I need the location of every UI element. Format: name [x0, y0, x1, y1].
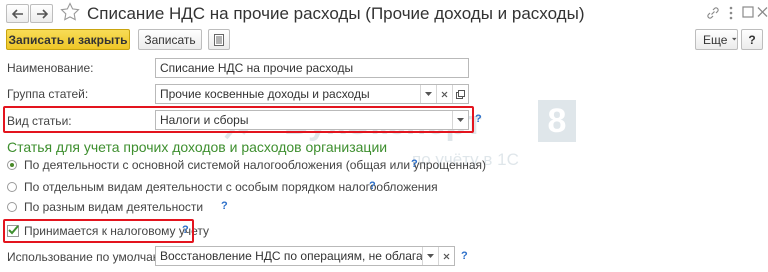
section-title: Статья для учета прочих доходов и расход… [7, 139, 388, 155]
group-value: Прочие косвенные доходы и расходы [160, 87, 370, 101]
close-icon[interactable] [757, 6, 768, 18]
group-clear-button[interactable] [436, 85, 452, 103]
default-usage-field[interactable]: Восстановление НДС по операциям, не обла… [155, 246, 455, 266]
name-field[interactable]: Списание НДС на прочие расходы [155, 58, 469, 78]
radio-different-help-icon[interactable]: ? [221, 200, 228, 212]
radio-special-help-icon[interactable]: ? [369, 180, 376, 192]
default-usage-label: Использование по умолчанию: [7, 250, 179, 264]
default-usage-value: Восстановление НДС по операциям, не обла… [160, 249, 455, 263]
save-button[interactable]: Записать [138, 29, 202, 50]
group-open-button[interactable] [452, 85, 468, 103]
close-icon [441, 91, 448, 97]
maximize-icon[interactable] [742, 6, 754, 18]
forward-button[interactable] [30, 4, 53, 23]
name-label: Наименование: [7, 61, 94, 75]
more-button[interactable]: Еще [695, 29, 738, 50]
arrow-right-icon [36, 8, 48, 19]
save-and-close-button[interactable]: Записать и закрыть [6, 29, 130, 50]
name-value: Списание НДС на прочие расходы [160, 61, 354, 75]
default-dropdown-button[interactable] [422, 247, 438, 265]
group-label: Группа статей: [7, 87, 89, 101]
type-help-icon[interactable]: ? [475, 113, 482, 125]
default-clear-button[interactable] [438, 247, 454, 265]
type-highlight-box [3, 106, 474, 133]
favorite-star-icon[interactable] [60, 2, 82, 24]
back-button[interactable] [6, 4, 29, 23]
window-title: Списание НДС на прочие расходы (Прочие д… [87, 4, 585, 23]
more-label: Еще [703, 32, 728, 47]
watermark-number: 8 [538, 100, 576, 142]
radio-main-tax-system[interactable] [7, 160, 17, 170]
radio-special-order[interactable] [7, 182, 17, 192]
open-form-icon [456, 89, 465, 99]
radio-different-activities[interactable] [7, 202, 17, 212]
chevron-down-icon [427, 253, 434, 258]
more-vertical-icon[interactable] [727, 5, 735, 21]
document-list-icon [214, 33, 224, 46]
arrow-left-icon [11, 8, 23, 19]
close-icon [443, 253, 450, 259]
radio-different-activities-label[interactable]: По разным видам деятельности [24, 200, 203, 214]
help-button[interactable]: ? [741, 29, 763, 50]
report-button[interactable] [208, 29, 230, 50]
chevron-down-icon [732, 37, 737, 41]
group-dropdown-button[interactable] [420, 85, 436, 103]
radio-main-help-icon[interactable]: ? [411, 158, 418, 170]
tax-checkbox-highlight-box [3, 219, 194, 243]
link-icon[interactable] [705, 5, 721, 21]
group-field[interactable]: Прочие косвенные доходы и расходы [155, 84, 469, 104]
default-usage-help-icon[interactable]: ? [461, 250, 468, 262]
chevron-down-icon [425, 91, 432, 96]
